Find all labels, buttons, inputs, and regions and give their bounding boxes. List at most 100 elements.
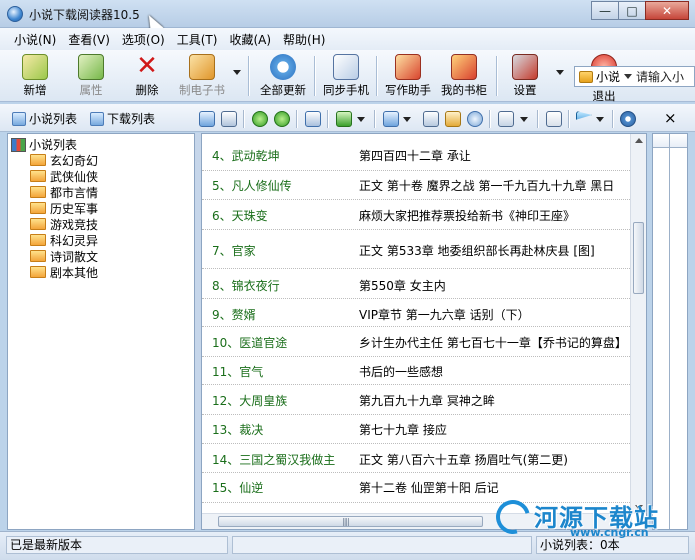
- latest-chapter: 第四百四十二章 承让: [359, 149, 471, 163]
- add-chapter-dropdown-icon[interactable]: [403, 117, 411, 122]
- scroll-thumb[interactable]: [218, 516, 483, 527]
- tree-item[interactable]: 历史军事: [30, 200, 98, 216]
- maximize-button[interactable]: □: [618, 1, 646, 20]
- tree-root-novel-list[interactable]: 小说列表: [11, 136, 77, 153]
- latest-chapter: 正文 第533章 地委组织部长再赴林庆县 [图]: [359, 244, 595, 258]
- tree-item[interactable]: 玄幻奇幻: [30, 152, 98, 168]
- list-item[interactable]: 10、医道官途 乡计生办代主任 第七百七十一章【乔书记的算盘】: [202, 327, 632, 357]
- book-icon: [12, 111, 26, 126]
- back-arrow-icon[interactable]: [252, 111, 268, 127]
- latest-chapter: 第550章 女主内: [359, 279, 446, 293]
- chevron-down-icon[interactable]: [624, 74, 633, 79]
- minimize-button[interactable]: —: [591, 1, 619, 20]
- forward-arrow-icon[interactable]: [274, 111, 290, 127]
- phone-sync-icon: [333, 54, 359, 80]
- page-dropdown-icon[interactable]: [520, 117, 528, 122]
- scroll-up-icon[interactable]: [635, 138, 643, 143]
- bookmark-list-icon[interactable]: [305, 111, 321, 127]
- add-chapter-icon[interactable]: [383, 111, 399, 127]
- list-item[interactable]: 9、赘婿 VIP章节 第一九六章 话别（下）: [202, 299, 632, 327]
- list-item[interactable]: 8、锦衣夜行 第550章 女主内: [202, 269, 632, 299]
- list-item[interactable]: 14、三国之蜀汉我做主 正文 第八百六十五章 扬眉吐气(第二更): [202, 444, 632, 473]
- menu-novel[interactable]: 小说(N): [8, 31, 62, 48]
- toolbar-separator: [296, 110, 297, 128]
- properties-button[interactable]: 属性: [66, 52, 116, 100]
- folder-icon: [30, 250, 46, 262]
- menu-help[interactable]: 帮助(H): [277, 31, 331, 48]
- folder-icon: [30, 154, 46, 166]
- list-item[interactable]: 6、天珠变 麻烦大家把推荐票投给新书《神印王座》: [202, 200, 632, 230]
- export-dropdown-icon[interactable]: [357, 117, 365, 122]
- search-input[interactable]: 请输入小: [636, 68, 684, 85]
- toolbar-separator: [568, 110, 569, 128]
- toolbar-separator: [374, 110, 375, 128]
- list-item[interactable]: 7、官家 正文 第533章 地委组织部长再赴林庆县 [图]: [202, 230, 632, 269]
- ebook-icon: [189, 54, 215, 80]
- view-icon[interactable]: [199, 111, 215, 127]
- make-ebook-dropdown-icon[interactable]: [233, 70, 241, 75]
- close-panel-button[interactable]: ×: [664, 109, 677, 127]
- latest-chapter: 第九百九十九章 冥神之眸: [359, 394, 495, 408]
- app-icon: [7, 6, 23, 22]
- list-item[interactable]: 12、大周皇族 第九百九十九章 冥神之眸: [202, 385, 632, 415]
- menu-favorites[interactable]: 收藏(A): [223, 31, 277, 48]
- latest-chapter: 第十二卷 仙罡第十阳 后记: [359, 481, 499, 495]
- writing-helper-button[interactable]: 写作助手: [380, 52, 436, 100]
- vertical-scrollbar[interactable]: [630, 134, 646, 514]
- folder-icon: [30, 266, 46, 278]
- novel-title: 9、赘婿: [212, 308, 256, 322]
- menu-view[interactable]: 查看(V): [62, 31, 116, 48]
- search-icon[interactable]: [467, 111, 483, 127]
- search-scope-select[interactable]: 小说: [596, 68, 620, 85]
- list-item[interactable]: 4、武动乾坤 第四百四十二章 承让: [202, 134, 632, 171]
- toolbar-separator: [327, 110, 328, 128]
- flag-icon[interactable]: [576, 111, 592, 120]
- folder-icon[interactable]: [445, 111, 461, 127]
- list-item[interactable]: 5、凡人修仙传 正文 第十卷 魔界之战 第一千九百九十九章 黑日: [202, 171, 632, 200]
- properties-icon: [78, 54, 104, 80]
- tree-item[interactable]: 诗词散文: [30, 248, 98, 264]
- toolbar-separator: [248, 56, 249, 96]
- books-icon: [11, 137, 26, 152]
- edit-icon[interactable]: [423, 111, 439, 127]
- settings-dropdown-icon[interactable]: [556, 70, 564, 75]
- notes-icon[interactable]: [546, 111, 562, 127]
- my-bookshelf-button[interactable]: 我的书柜: [436, 52, 492, 100]
- tree-item[interactable]: 都市言情: [30, 184, 98, 200]
- list-item[interactable]: 13、裁决 第七十九章 接应: [202, 415, 632, 444]
- close-button[interactable]: ✕: [645, 1, 689, 20]
- make-ebook-button[interactable]: 制电子书: [172, 52, 232, 100]
- toolbar-separator: [243, 110, 244, 128]
- list-item[interactable]: 11、官气 书后的一些感想: [202, 357, 632, 385]
- menu-tools[interactable]: 工具(T): [171, 31, 224, 48]
- tree-item[interactable]: 剧本其他: [30, 264, 98, 280]
- update-all-button[interactable]: 全部更新: [254, 52, 312, 100]
- export-icon[interactable]: [336, 111, 352, 127]
- tree-item[interactable]: 武侠仙侠: [30, 168, 98, 184]
- flag-dropdown-icon[interactable]: [596, 117, 604, 122]
- status-message: 已是最新版本: [6, 536, 228, 554]
- gear-icon[interactable]: [620, 111, 636, 127]
- add-book-icon: [22, 54, 48, 80]
- window-controls: — □ ✕: [591, 1, 689, 21]
- toolbar-separator: [496, 56, 497, 96]
- add-button[interactable]: 新增: [10, 52, 60, 100]
- toolbar-separator: [612, 110, 613, 128]
- delete-button[interactable]: ✕ 删除: [122, 52, 172, 100]
- toolbar-separator: [489, 110, 490, 128]
- novel-title: 8、锦衣夜行: [212, 279, 280, 293]
- sync-phone-button[interactable]: 同步手机: [318, 52, 374, 100]
- read-book-icon[interactable]: [221, 111, 237, 127]
- page-icon[interactable]: [498, 111, 514, 127]
- tab-novel-list[interactable]: 小说列表: [12, 110, 77, 127]
- settings-button[interactable]: 设置: [500, 52, 550, 100]
- tab-download-list[interactable]: 下载列表: [90, 110, 155, 127]
- tree-item[interactable]: 科幻灵异: [30, 232, 98, 248]
- delete-x-icon: ✕: [136, 51, 158, 81]
- watermark-url: www.cngr.cn: [570, 526, 649, 539]
- search-box[interactable]: 小说 请输入小: [574, 66, 695, 87]
- scroll-thumb[interactable]: [633, 222, 644, 294]
- tree-item[interactable]: 游戏竞技: [30, 216, 98, 232]
- menu-options[interactable]: 选项(O): [116, 31, 171, 48]
- folder-icon: [30, 218, 46, 230]
